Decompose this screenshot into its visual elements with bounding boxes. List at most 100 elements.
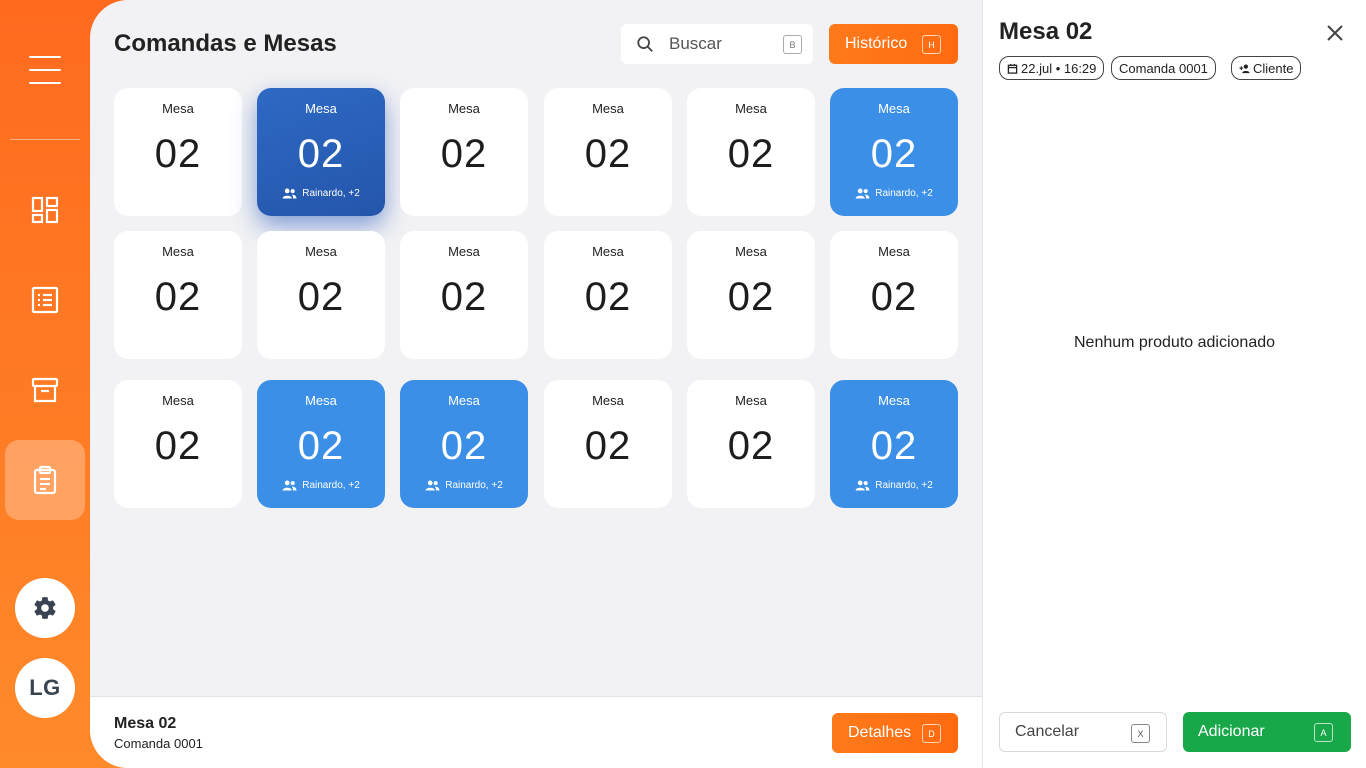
table-card-number: 02 xyxy=(584,424,632,468)
table-card[interactable]: Mesa 02 xyxy=(687,380,815,508)
table-card-number: 02 xyxy=(154,275,202,319)
details-shortcut-key: D xyxy=(922,724,941,743)
search-input[interactable] xyxy=(669,33,769,55)
sidebar: LG xyxy=(0,0,90,768)
table-card-number: 02 xyxy=(154,132,202,176)
history-button-label: Histórico xyxy=(845,35,908,52)
clipboard-icon xyxy=(33,465,57,495)
search-icon xyxy=(637,36,653,52)
calendar-icon xyxy=(1007,63,1018,74)
archive-icon xyxy=(31,377,59,403)
table-card-number: 02 xyxy=(297,424,345,468)
table-card-number: 02 xyxy=(870,275,918,319)
nav-item-orders[interactable] xyxy=(5,440,85,520)
table-card-label: Mesa xyxy=(878,244,910,259)
table-card-label: Mesa xyxy=(305,101,337,116)
table-card-number: 02 xyxy=(154,424,202,468)
people-icon xyxy=(425,480,440,491)
selection-bar: Mesa 02 Comanda 0001 Detalhes D xyxy=(90,696,982,768)
page-title: Comandas e Mesas xyxy=(114,30,337,57)
order-chip: Comanda 0001 xyxy=(1111,56,1216,80)
table-card-label: Mesa xyxy=(305,393,337,408)
table-card-label: Mesa xyxy=(305,244,337,259)
table-card[interactable]: Mesa 02 xyxy=(114,231,242,359)
cancel-shortcut-key: X xyxy=(1131,724,1150,743)
main-panel: Comandas e Mesas B Histórico H Mesa 02 Mes… xyxy=(90,0,982,768)
table-card-guests-label: Rainardo, +2 xyxy=(445,480,503,491)
table-card-number: 02 xyxy=(870,424,918,468)
table-card-number: 02 xyxy=(297,275,345,319)
hamburger-menu-icon[interactable] xyxy=(29,56,61,84)
nav-item-list[interactable] xyxy=(5,260,85,340)
search-box[interactable]: B xyxy=(621,24,813,64)
table-card[interactable]: Mesa 02 xyxy=(544,88,672,216)
table-card-number: 02 xyxy=(727,275,775,319)
table-card-number: 02 xyxy=(440,275,488,319)
table-card[interactable]: Mesa 02 xyxy=(687,231,815,359)
people-icon xyxy=(855,480,870,491)
client-chip[interactable]: Cliente xyxy=(1231,56,1302,80)
table-card-number: 02 xyxy=(440,424,488,468)
table-card-label: Mesa xyxy=(448,393,480,408)
table-card-guests: Rainardo, +2 xyxy=(830,188,958,199)
details-button-label: Detalhes xyxy=(848,724,912,741)
close-icon[interactable] xyxy=(1324,22,1346,44)
sidebar-divider xyxy=(10,139,80,140)
table-card-label: Mesa xyxy=(162,244,194,259)
cancel-button[interactable]: Cancelar X xyxy=(999,712,1167,752)
order-chip-label: Comanda 0001 xyxy=(1119,60,1208,76)
add-button[interactable]: Adicionar A xyxy=(1183,712,1351,752)
table-card-number: 02 xyxy=(727,132,775,176)
table-card-label: Mesa xyxy=(448,244,480,259)
table-card-label: Mesa xyxy=(592,393,624,408)
table-card[interactable]: Mesa 02 Rainardo, +2 xyxy=(257,88,385,216)
detail-title: Mesa 02 xyxy=(999,18,1093,45)
table-card[interactable]: Mesa 02 xyxy=(544,380,672,508)
table-card-label: Mesa xyxy=(592,101,624,116)
date-chip: 22.jul • 16:29 xyxy=(999,56,1105,80)
selected-table-title: Mesa 02 xyxy=(114,715,177,732)
people-icon xyxy=(282,480,297,491)
date-chip-label: 22.jul • 16:29 xyxy=(1021,60,1097,76)
table-card-guests-label: Rainardo, +2 xyxy=(302,480,360,491)
table-card[interactable]: Mesa 02 Rainardo, +2 xyxy=(830,88,958,216)
table-card[interactable]: Mesa 02 Rainardo, +2 xyxy=(830,380,958,508)
history-button[interactable]: Histórico H xyxy=(829,24,958,64)
dashboard-icon xyxy=(31,196,59,224)
table-card[interactable]: Mesa 02 xyxy=(114,88,242,216)
table-card[interactable]: Mesa 02 Rainardo, +2 xyxy=(257,380,385,508)
table-card[interactable]: Mesa 02 xyxy=(830,231,958,359)
table-card[interactable]: Mesa 02 Rainardo, +2 xyxy=(400,380,528,508)
table-card-label: Mesa xyxy=(878,393,910,408)
avatar-initials: LG xyxy=(29,675,61,700)
table-card-label: Mesa xyxy=(735,393,767,408)
table-card-label: Mesa xyxy=(448,101,480,116)
nav-item-archive[interactable] xyxy=(5,350,85,430)
table-card[interactable]: Mesa 02 xyxy=(544,231,672,359)
table-card[interactable]: Mesa 02 xyxy=(687,88,815,216)
table-card-label: Mesa xyxy=(735,244,767,259)
nav-item-dashboard[interactable] xyxy=(5,170,85,250)
table-card-label: Mesa xyxy=(162,393,194,408)
table-card-guests: Rainardo, +2 xyxy=(257,480,385,491)
table-card-guests-label: Rainardo, +2 xyxy=(302,188,360,199)
table-card-label: Mesa xyxy=(162,101,194,116)
table-card-label: Mesa xyxy=(878,101,910,116)
list-icon xyxy=(31,286,59,314)
table-card-label: Mesa xyxy=(735,101,767,116)
search-shortcut-key: B xyxy=(783,35,802,54)
settings-button[interactable] xyxy=(15,578,75,638)
detail-panel: Mesa 02 22.jul • 16:29 Comanda 0001 Clie… xyxy=(982,0,1366,768)
table-card-guests: Rainardo, +2 xyxy=(257,188,385,199)
table-card-guests: Rainardo, +2 xyxy=(400,480,528,491)
table-card-number: 02 xyxy=(584,275,632,319)
table-card[interactable]: Mesa 02 xyxy=(400,231,528,359)
table-card[interactable]: Mesa 02 xyxy=(400,88,528,216)
table-card[interactable]: Mesa 02 xyxy=(114,380,242,508)
client-chip-label: Cliente xyxy=(1253,60,1294,76)
empty-products-message: Nenhum produto adicionado xyxy=(1073,334,1276,351)
user-avatar[interactable]: LG xyxy=(15,658,75,718)
table-card[interactable]: Mesa 02 xyxy=(257,231,385,359)
table-card-number: 02 xyxy=(440,132,488,176)
details-button[interactable]: Detalhes D xyxy=(832,713,958,753)
